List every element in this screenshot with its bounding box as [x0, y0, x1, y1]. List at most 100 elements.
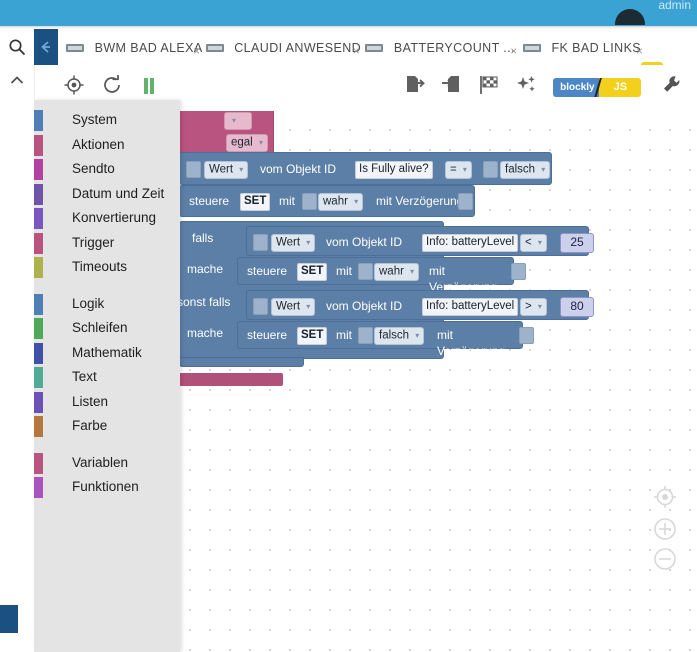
- object-id-value[interactable]: Is Fully alive?: [355, 161, 433, 179]
- pause-icon[interactable]: [132, 74, 166, 102]
- trigger-block-tail[interactable]: ▾ egal ▾: [179, 111, 274, 158]
- value-socket[interactable]: [253, 234, 268, 251]
- value-socket[interactable]: [358, 263, 373, 280]
- category-item-konvertierung[interactable]: Konvertierung: [34, 206, 180, 231]
- tab-item[interactable]: CLAUDI ANWESEND ×: [198, 29, 361, 65]
- control-set-block-low[interactable]: steuere SET mit wahr ▾ mit Verzögerung: [237, 257, 526, 294]
- value-socket[interactable]: [358, 327, 373, 344]
- category-color-swatch: [34, 391, 43, 413]
- delay-socket[interactable]: [458, 193, 473, 210]
- object-id-value[interactable]: Info: batteryLevel: [422, 298, 519, 316]
- delay-socket[interactable]: [519, 327, 534, 344]
- value-dropdown-wert-label: Wert: [276, 236, 301, 249]
- category-separator: [34, 439, 180, 451]
- category-label: Text: [72, 369, 97, 384]
- boolean-dropdown-falsch[interactable]: falsch ▾: [500, 161, 551, 179]
- chevron-up-icon[interactable]: [10, 75, 24, 90]
- category-label: Farbe: [72, 418, 108, 433]
- condition-block-battery-low[interactable]: Wert ▾ vom Objekt ID Info: batteryLevel …: [246, 226, 594, 256]
- control-set-block-top[interactable]: steuere SET mit wahr ▾ mit Verzögerung: [179, 185, 475, 217]
- control-with-label: mit: [336, 328, 352, 342]
- checkered-flag-icon[interactable]: [472, 74, 506, 102]
- zoom-out-icon[interactable]: [652, 546, 678, 575]
- category-label: Listen: [72, 393, 109, 409]
- operator-dropdown[interactable]: = ▾: [445, 161, 472, 179]
- chevron-down-icon: ▾: [537, 238, 542, 247]
- category-item-timeouts[interactable]: Timeouts: [34, 255, 180, 280]
- operator-dropdown[interactable]: < ▾: [520, 234, 547, 252]
- zoom-center-icon[interactable]: [652, 484, 678, 513]
- value-dropdown-wert[interactable]: Wert ▾: [271, 234, 316, 252]
- comparison-block-alive[interactable]: Wert ▾ vom Objekt ID Is Fully alive? = ▾…: [179, 152, 552, 185]
- category-item-datum-und-zeit[interactable]: Datum und Zeit: [34, 182, 180, 207]
- delay-socket[interactable]: [511, 263, 526, 280]
- reload-icon[interactable]: [95, 74, 129, 102]
- tab-item[interactable]: FK BAD LINKS ×: [515, 29, 643, 65]
- category-color-swatch: [34, 159, 43, 180]
- magic-sparkle-icon[interactable]: [510, 74, 544, 102]
- control-set-block-high[interactable]: steuere SET mit falsch ▾ mit Verzögerung: [237, 321, 534, 358]
- number-field[interactable]: 80: [560, 297, 594, 317]
- category-item-variablen[interactable]: Variablen: [34, 451, 180, 476]
- value-socket[interactable]: [253, 298, 268, 315]
- category-item-funktionen[interactable]: Funktionen: [34, 475, 180, 500]
- app-header-bar: admin: [0, 0, 697, 26]
- locate-target-icon[interactable]: [57, 74, 91, 102]
- category-item-mathematik[interactable]: Mathematik: [34, 341, 180, 366]
- import-icon[interactable]: [435, 74, 469, 102]
- chevron-down-icon: ▾: [232, 116, 237, 125]
- zoom-in-icon[interactable]: [652, 516, 678, 545]
- blue-marker: [0, 605, 18, 633]
- number-field[interactable]: 25: [560, 233, 594, 253]
- wrench-icon[interactable]: [655, 74, 689, 102]
- category-item-text[interactable]: Text: [34, 365, 180, 390]
- category-item-sendto[interactable]: Sendto: [34, 157, 180, 182]
- category-item-farbe[interactable]: Farbe: [34, 414, 180, 439]
- trigger-dropdown-egal[interactable]: egal ▾: [226, 134, 268, 152]
- control-value-dropdown[interactable]: wahr ▾: [374, 263, 420, 281]
- control-target-field[interactable]: SET: [297, 263, 328, 281]
- user-avatar-icon[interactable]: [615, 9, 645, 25]
- control-value-dropdown[interactable]: falsch ▾: [374, 327, 425, 345]
- operator-dropdown[interactable]: > ▾: [520, 298, 547, 316]
- search-button[interactable]: [0, 29, 35, 66]
- value-socket[interactable]: [483, 161, 498, 178]
- control-value-label: falsch: [379, 329, 410, 342]
- tab-item[interactable]: BATTERYCOUNT ... ×: [357, 29, 517, 65]
- chevron-down-icon: ▾: [239, 165, 244, 174]
- elseif-label: sonst falls: [177, 295, 231, 309]
- control-target-field[interactable]: SET: [297, 327, 328, 345]
- control-delay-label: mit Verzögerung: [437, 328, 506, 358]
- value-dropdown-wert[interactable]: Wert ▾: [271, 298, 316, 316]
- category-item-aktionen[interactable]: Aktionen: [34, 133, 180, 158]
- value-socket[interactable]: [302, 193, 317, 210]
- condition-block-battery-high[interactable]: Wert ▾ vom Objekt ID Info: batteryLevel …: [246, 290, 594, 320]
- category-item-trigger[interactable]: Trigger: [34, 231, 180, 256]
- control-value-dropdown[interactable]: wahr ▾: [318, 193, 364, 211]
- category-item-schleifen[interactable]: Schleifen: [34, 316, 180, 341]
- tab-label: CLAUDI ANWESEND: [234, 40, 362, 55]
- block-bottom-edge[interactable]: [179, 357, 304, 367]
- control-target-field[interactable]: SET: [240, 193, 271, 211]
- category-color-swatch: [34, 232, 43, 254]
- trigger-dropdown-top[interactable]: ▾: [224, 112, 252, 130]
- category-flyout-menu[interactable]: System Aktionen Sendto Datum und Zeit Ko…: [34, 100, 180, 652]
- category-item-listen[interactable]: Listen: [34, 390, 180, 415]
- value-dropdown-wert[interactable]: Wert ▾: [204, 161, 249, 179]
- chevron-down-icon: ▾: [462, 165, 467, 174]
- blockly-js-toggle[interactable]: blockly JS: [553, 78, 642, 97]
- back-button[interactable]: [34, 29, 58, 65]
- script-icon: [365, 43, 384, 52]
- control-value-label: wahr: [379, 265, 404, 278]
- chevron-down-icon: ▾: [306, 302, 311, 311]
- value-socket[interactable]: [186, 161, 201, 178]
- pink-block-bottom[interactable]: [179, 373, 283, 386]
- object-id-label: vom Objekt ID: [326, 299, 403, 313]
- export-icon[interactable]: [397, 74, 431, 102]
- object-id-value[interactable]: Info: batteryLevel: [422, 234, 519, 252]
- category-item-logik[interactable]: Logik: [34, 292, 180, 317]
- control-delay-label: mit Verzögerung: [376, 194, 464, 208]
- category-color-swatch: [34, 342, 43, 364]
- tab-item[interactable]: BWM BAD ALEXA ... ×: [58, 29, 217, 65]
- category-item-system[interactable]: System: [34, 108, 180, 133]
